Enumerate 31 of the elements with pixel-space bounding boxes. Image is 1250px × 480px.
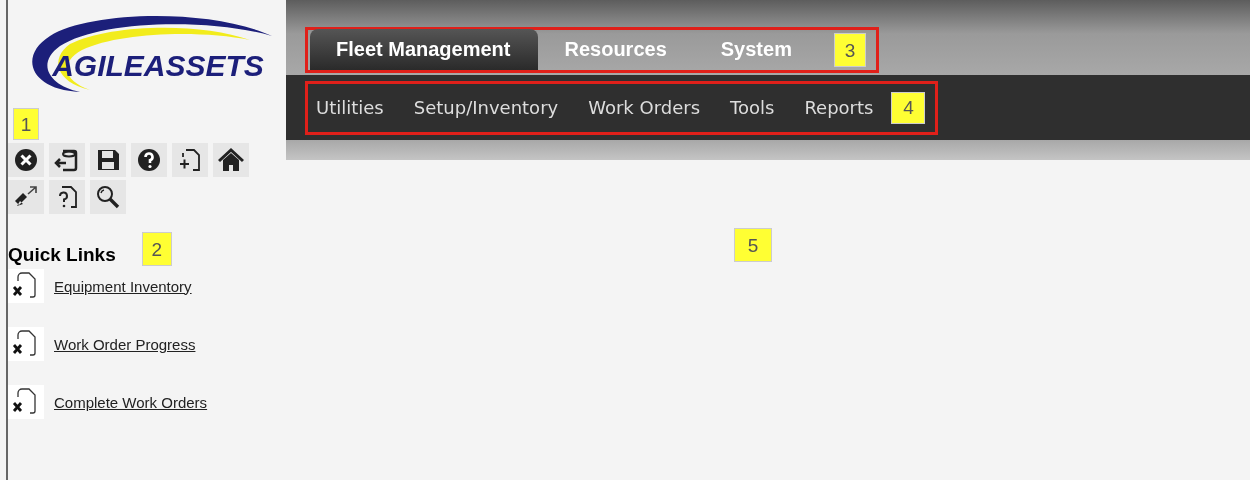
- home-icon: [218, 147, 244, 173]
- callout-badge: 4: [891, 91, 926, 124]
- callout-badge: 2: [141, 232, 172, 266]
- quick-link[interactable]: Equipment Inventory: [54, 277, 192, 295]
- search-icon: [95, 184, 121, 210]
- toolbar-button[interactable]: [49, 180, 85, 214]
- close-icon: [13, 147, 39, 173]
- section-title: Quick Links: [8, 244, 116, 266]
- callout-badge: 1: [13, 108, 39, 140]
- menu-item[interactable]: Work Orders: [588, 97, 701, 118]
- quick-link[interactable]: Work Order Progress: [54, 335, 196, 353]
- menu-item[interactable]: Setup/Inventory: [413, 97, 559, 118]
- save-icon: [95, 147, 121, 173]
- menu-item[interactable]: Tools: [730, 97, 775, 118]
- toolbar-button[interactable]: [172, 143, 208, 177]
- exit-icon: [54, 147, 80, 173]
- toolbar-button[interactable]: [8, 143, 44, 177]
- callout-badge: 5: [734, 228, 772, 262]
- toolbar-button[interactable]: [213, 143, 249, 177]
- toolbar-button[interactable]: [8, 180, 44, 214]
- quick-link[interactable]: Complete Work Orders: [54, 393, 208, 411]
- toolbar-button[interactable]: [90, 143, 126, 177]
- toolbar-button[interactable]: [90, 180, 126, 214]
- tab[interactable]: Fleet Management: [310, 29, 539, 70]
- help-icon: [136, 147, 162, 173]
- toolbar-button[interactable]: [49, 143, 85, 177]
- menu-item[interactable]: Reports: [804, 97, 874, 118]
- callout-badge: 3: [833, 33, 866, 67]
- toolbar-button[interactable]: [131, 143, 167, 177]
- menu-item[interactable]: Utilities: [316, 97, 384, 118]
- add-document-icon: [177, 147, 203, 173]
